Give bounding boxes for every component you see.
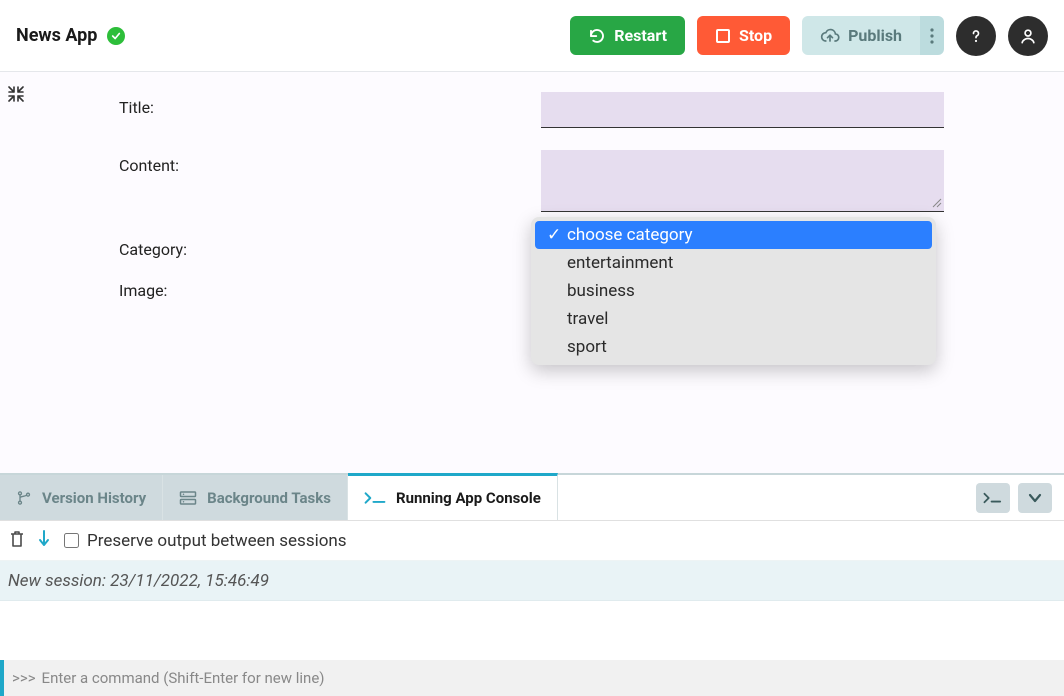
tab-background-tasks-label: Background Tasks <box>207 489 331 507</box>
content-label: Content: <box>119 150 541 175</box>
restart-label: Restart <box>614 26 667 45</box>
workspace: Title: Content: Category: Image: ✓ choos… <box>0 72 1064 473</box>
tab-tools <box>964 475 1064 520</box>
stop-button[interactable]: Stop <box>697 16 790 55</box>
preserve-output-checkbox[interactable] <box>64 533 79 548</box>
title-input[interactable] <box>541 92 944 128</box>
content-row: Content: <box>119 150 964 212</box>
account-button[interactable] <box>1008 16 1048 56</box>
restart-button[interactable]: Restart <box>570 16 685 55</box>
tab-running-console[interactable]: Running App Console <box>348 473 558 520</box>
tab-running-console-label: Running App Console <box>396 489 541 507</box>
help-button[interactable] <box>956 16 996 56</box>
chevron-down-icon <box>1028 493 1042 503</box>
app-title: News App <box>16 25 97 46</box>
more-vertical-icon <box>930 28 934 44</box>
branch-icon <box>16 490 32 506</box>
session-text: New session: 23/11/2022, 15:46:49 <box>8 571 269 591</box>
restart-icon <box>588 27 606 45</box>
tab-background-tasks[interactable]: Background Tasks <box>163 475 348 520</box>
command-input-line[interactable]: >>> Enter a command (Shift-Enter for new… <box>0 660 1064 696</box>
preserve-output-label: Preserve output between sessions <box>87 531 347 551</box>
dropdown-selected-label: choose category <box>567 225 693 245</box>
prompt-symbol: >>> <box>12 669 36 687</box>
content-input[interactable] <box>541 150 944 212</box>
header-right: Restart Stop Publish <box>570 16 1048 56</box>
bottom-tabs: Version History Background Tasks Running… <box>0 473 1064 521</box>
trash-icon <box>10 531 24 547</box>
app-header: News App Restart Stop Publish <box>0 0 1064 72</box>
publish-label: Publish <box>848 26 902 45</box>
tab-version-history[interactable]: Version History <box>0 475 163 520</box>
collapse-panel-button[interactable] <box>1018 483 1052 513</box>
dropdown-item-selected[interactable]: ✓ choose category <box>535 221 932 249</box>
dropdown-item-business[interactable]: business <box>535 277 932 305</box>
tab-version-history-label: Version History <box>42 489 146 507</box>
console-controls: Preserve output between sessions <box>0 521 1064 561</box>
scroll-to-bottom-button[interactable] <box>38 530 50 552</box>
dropdown-item-entertainment[interactable]: entertainment <box>535 249 932 277</box>
category-label: Category: <box>119 234 541 259</box>
collapse-icon <box>8 86 24 102</box>
publish-group: Publish <box>802 16 944 55</box>
clear-console-button[interactable] <box>10 531 24 551</box>
title-row: Title: <box>119 92 964 128</box>
console-body <box>0 601 1064 660</box>
dropdown-item-travel[interactable]: travel <box>535 305 932 333</box>
stop-icon <box>715 28 731 44</box>
publish-button[interactable]: Publish <box>802 16 920 55</box>
header-left: News App <box>16 25 125 46</box>
cloud-upload-icon <box>820 27 840 45</box>
image-label: Image: <box>119 275 541 300</box>
check-icon: ✓ <box>547 225 559 245</box>
help-icon <box>966 26 986 46</box>
title-label: Title: <box>119 92 541 117</box>
category-dropdown[interactable]: ✓ choose category entertainment business… <box>531 217 936 365</box>
console-prompt-button[interactable] <box>976 483 1010 513</box>
user-icon <box>1018 26 1038 46</box>
arrow-down-icon <box>38 530 50 548</box>
verified-icon <box>107 27 125 45</box>
collapse-button[interactable] <box>8 86 24 106</box>
command-placeholder: Enter a command (Shift-Enter for new lin… <box>42 669 325 687</box>
resize-handle-icon <box>932 198 942 208</box>
stop-label: Stop <box>739 26 772 45</box>
tasks-icon <box>179 490 197 506</box>
dropdown-item-sport[interactable]: sport <box>535 333 932 361</box>
preserve-output-toggle[interactable]: Preserve output between sessions <box>64 531 347 551</box>
publish-more-button[interactable] <box>920 16 944 55</box>
prompt-icon <box>364 491 386 505</box>
prompt-small-icon <box>983 492 1003 504</box>
session-info: New session: 23/11/2022, 15:46:49 <box>0 561 1064 601</box>
